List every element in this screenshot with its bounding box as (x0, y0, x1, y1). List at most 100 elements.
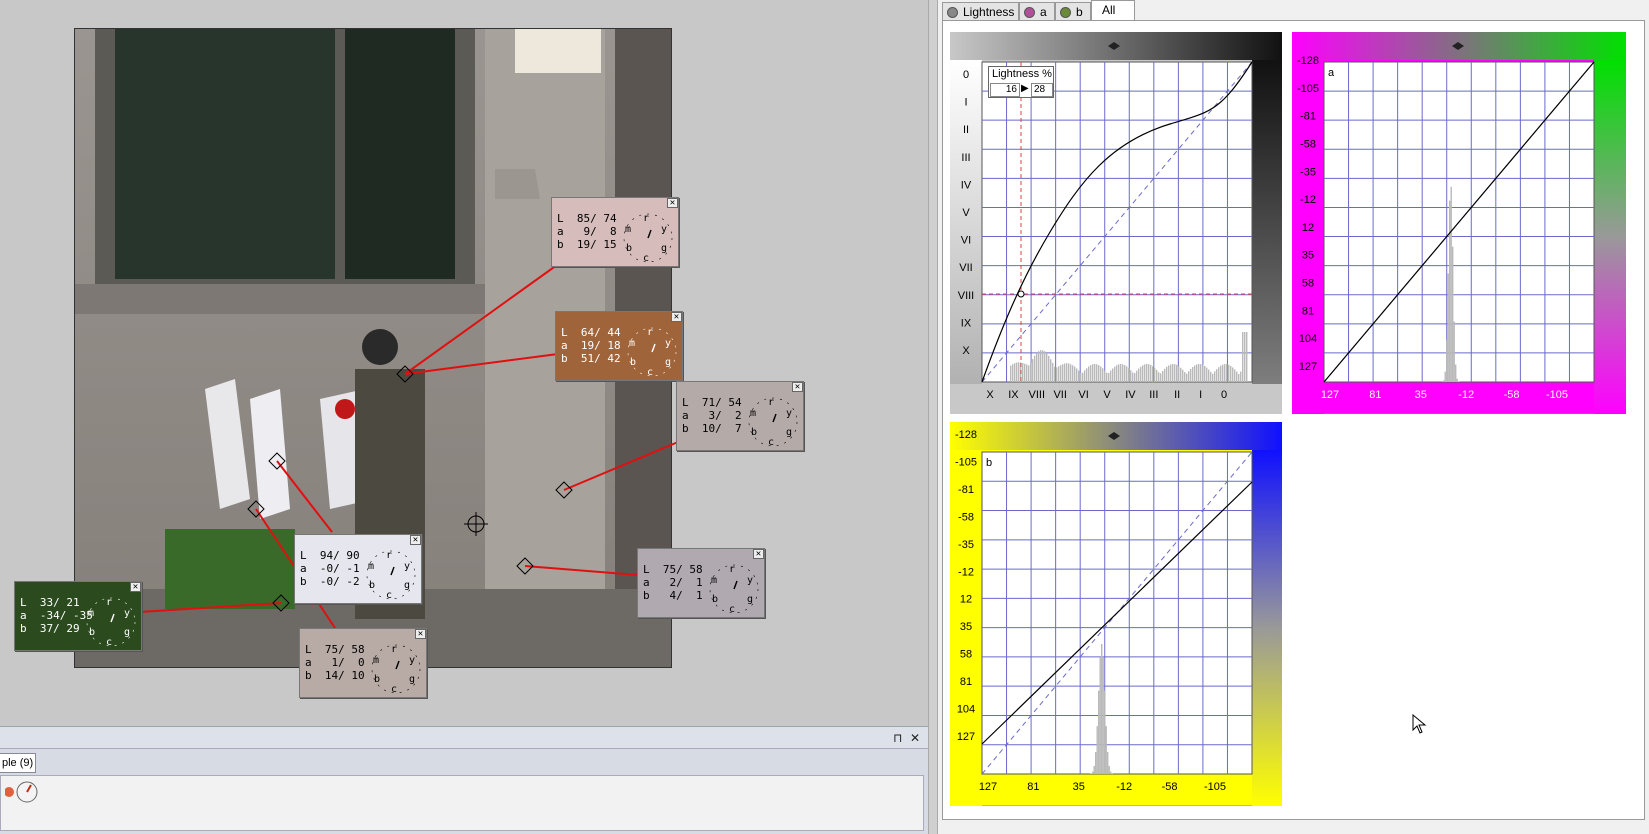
mouse-cursor-icon (1412, 714, 1427, 734)
histogram-bar (1066, 363, 1068, 382)
color-sampler-5[interactable]: ✕ L 75/ 58 a 2/ 1b 4/ 1mrybcg (637, 548, 765, 618)
histogram-bar (1060, 365, 1062, 382)
dial-letter-y: y (661, 224, 667, 235)
axis-tick-label: IV (961, 179, 972, 191)
axis-tick-label: -81 (1300, 111, 1316, 123)
histogram-bar (1024, 363, 1026, 382)
histogram-bar (1058, 366, 1060, 382)
histogram-bar (1446, 340, 1448, 382)
histogram-bar (1180, 367, 1182, 382)
histogram-bar (1099, 657, 1101, 774)
dial-letter-m: m (373, 655, 379, 666)
tab-b[interactable]: b (1055, 2, 1091, 22)
splitter[interactable] (928, 0, 938, 834)
histogram-bar (1118, 364, 1120, 382)
dial-letter-c: c (643, 253, 649, 264)
axis-tick-label: -105 (955, 456, 977, 468)
input-from-value[interactable]: 16 (990, 83, 1020, 97)
a-curve-panel[interactable]: a -128 -105 -81 -58 -35 -12 12 35 58 81 104 127 127… (1291, 31, 1627, 415)
histogram-bar (1194, 365, 1196, 382)
axis-tick-label: 81 (1027, 781, 1039, 793)
color-dial-icon: m r y bc g (627, 327, 677, 378)
histogram-bar (1095, 752, 1097, 774)
dial-letter-b: b (712, 594, 718, 605)
dial-letter-c: c (106, 637, 112, 648)
histogram-bar (1098, 365, 1100, 382)
histogram-bar (1098, 690, 1100, 774)
axis-tick-label: -58 (1162, 781, 1178, 793)
color-sampler-3[interactable]: ✕ L 71/ 54 a 3/ 2b 10/ 7mrybcg (676, 381, 804, 451)
dial-letter-r: r (729, 564, 735, 575)
histogram-bar (1130, 370, 1132, 382)
color-dial-icon: m r y bc g (709, 564, 759, 615)
color-sampler-7[interactable]: ✕ L 75/ 58 a 1/ 0b 14/ 10 m r y b c g (299, 628, 427, 698)
close-icon[interactable]: ✕ (792, 382, 803, 392)
close-icon[interactable]: ✕ (667, 198, 678, 208)
close-icon[interactable]: ✕ (130, 582, 141, 592)
histogram-bar (1206, 367, 1208, 382)
b-curve-panel[interactable]: b -128 -105 -81 -58 -35 -12 12 35 58 81 104 127 127… (949, 421, 1283, 807)
dial-letter-y: y (409, 655, 415, 666)
close-icon[interactable]: ✕ (410, 535, 421, 545)
histogram-bar (1226, 364, 1228, 382)
dial-letter-b: b (369, 580, 375, 591)
axis-tick-label: I (964, 97, 967, 109)
dial-letter-c: c (768, 437, 774, 448)
histogram-bar (1092, 364, 1094, 382)
histogram-bar (1188, 371, 1190, 382)
close-icon[interactable]: ✕ (415, 629, 426, 639)
lightness-input-box[interactable]: Lightness % 16 ▶ 28 (988, 66, 1054, 98)
histogram-bar (1096, 726, 1098, 774)
close-icon[interactable]: ✕ (753, 549, 764, 559)
axis-tick-label: -35 (1300, 166, 1316, 178)
close-icon[interactable]: ✕ (910, 731, 920, 745)
histogram-bar (1080, 372, 1082, 382)
axis-tick-label: -105 (1546, 389, 1568, 401)
axis-tick-label: 0 (1221, 389, 1227, 401)
axis-tick-label: X (986, 389, 994, 401)
dial-letter-c: c (647, 367, 653, 378)
axis-tick-label: 127 (1299, 361, 1317, 373)
axis-tick-label: -58 (1300, 138, 1316, 150)
histogram-bar (1062, 364, 1064, 382)
histogram-bar (1190, 368, 1192, 382)
axis-tick-label: -81 (958, 484, 974, 496)
color-sampler-6[interactable]: ✕ L 33/ 21 a -34/ -35 b 37/ 29 m r y b c g (14, 581, 142, 651)
histogram-bar (1022, 362, 1024, 382)
histogram-bar (1182, 369, 1184, 382)
histogram-bar (1101, 644, 1103, 774)
axis-tick-label: III (961, 152, 970, 164)
tab-sampler-list[interactable]: ple (9) (0, 753, 36, 773)
histogram-bar (1222, 364, 1224, 382)
color-dial-icon: m r y bc g (623, 213, 673, 264)
histogram-bar (1242, 332, 1244, 382)
color-sampler-1[interactable]: ✕ L 85/ 74 a 9/ 8b 19/ 15 m r y b c g (551, 197, 679, 267)
histogram-bar (1174, 364, 1176, 382)
color-sampler-4[interactable]: ✕ L 94/ 90 a -0/ -1 b -0/ -2 m r y b c g (294, 534, 422, 604)
axis-tick-label: -12 (1300, 194, 1316, 206)
close-icon[interactable]: ✕ (671, 312, 682, 322)
a-ball-icon (1024, 7, 1035, 18)
histogram-bar (1228, 364, 1230, 382)
dial-letter-b: b (626, 243, 632, 254)
tab-a[interactable]: a (1019, 2, 1055, 22)
axis-tick-label: X (962, 345, 970, 357)
input-to-value[interactable]: 28 (1031, 83, 1053, 97)
histogram-bar (1208, 369, 1210, 382)
histogram-bar (1140, 366, 1142, 382)
histogram-bar (1170, 364, 1172, 382)
b-ball-icon (1060, 7, 1071, 18)
tab-lightness[interactable]: Lightness (942, 2, 1019, 22)
axis-tick-label: -128 (1297, 55, 1319, 67)
a-corner-label: a (1328, 67, 1335, 79)
histogram-bar (1244, 332, 1246, 382)
pin-icon[interactable]: ⊓ (893, 731, 902, 745)
axis-tick-label: II (963, 124, 969, 136)
histogram-bar (1158, 372, 1160, 382)
curve-point-handle (1017, 290, 1025, 298)
image-canvas-area[interactable]: ✕ L 85/ 74 a 9/ 8b 19/ 15 m r y b c g ✕ L 64/ 44 a… (0, 0, 928, 834)
histogram-bar (1216, 369, 1218, 382)
color-sampler-2[interactable]: ✕ L 64/ 44 a 19/ 18 b 51/ 42 m r y b c g (555, 311, 683, 381)
axis-tick-label: 127 (979, 781, 997, 793)
histogram-bar (1014, 363, 1016, 382)
